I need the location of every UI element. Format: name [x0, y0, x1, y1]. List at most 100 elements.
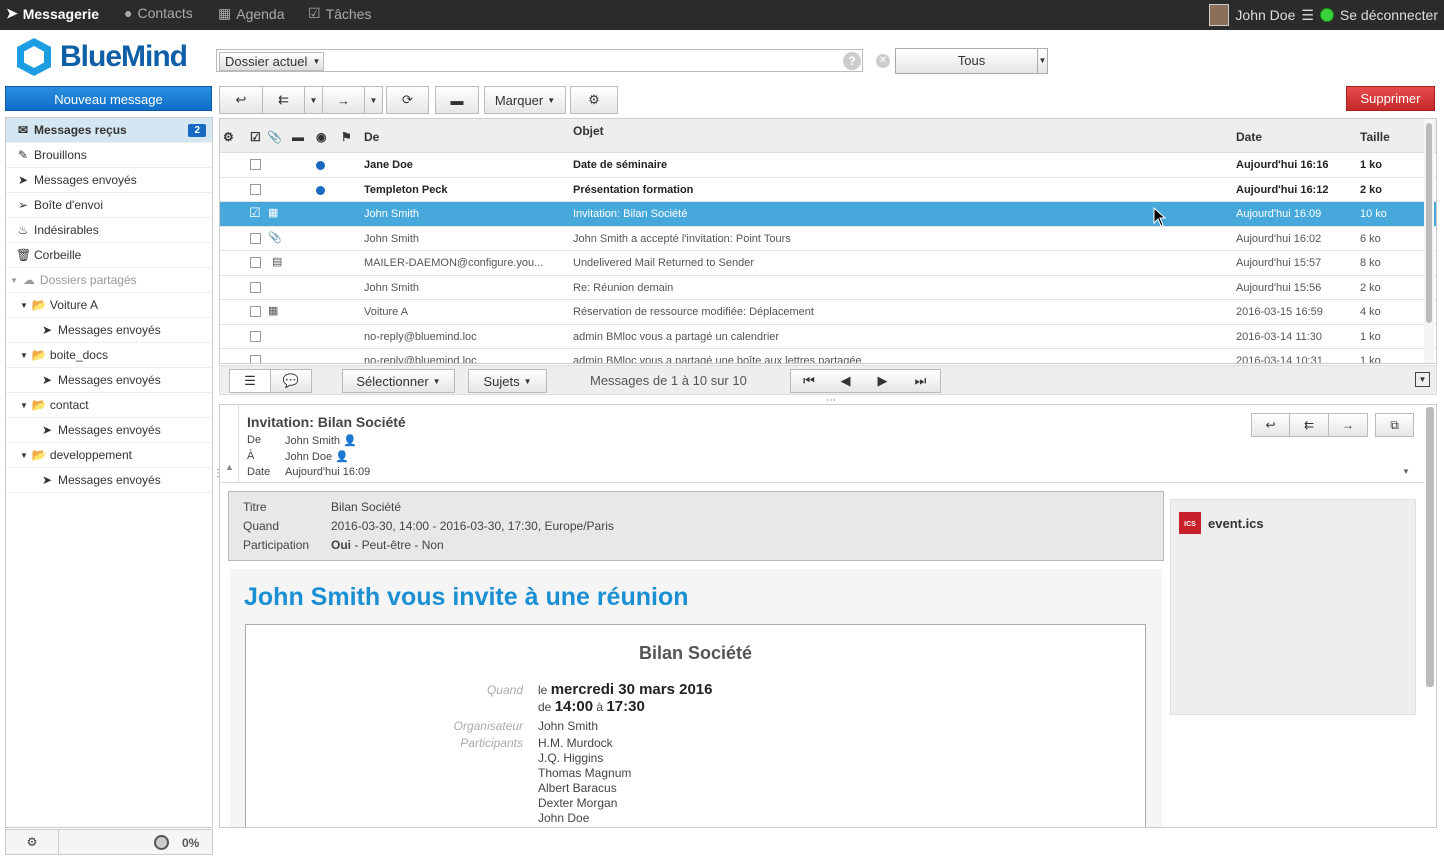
column-date[interactable]: Date [1236, 130, 1262, 144]
sidebar-item-trash[interactable]: 🗑 Corbeille [6, 243, 212, 268]
forward-options-dropdown[interactable]: ▼ [365, 86, 383, 114]
sidebar-item-drafts[interactable]: ✎ Brouillons [6, 143, 212, 168]
attachment-column-icon[interactable]: 📎 [267, 130, 282, 144]
reply-button[interactable]: ↩ [219, 86, 263, 114]
delete-button[interactable]: Supprimer [1346, 86, 1435, 111]
list-options-icon[interactable]: ⚙ [223, 130, 234, 144]
sidebar-item-contact[interactable]: ▼ 📂 contact [6, 393, 212, 418]
folder-settings-button[interactable]: ⚙ [6, 830, 59, 854]
avatar[interactable] [1209, 4, 1230, 26]
unread-dot-icon[interactable] [316, 161, 325, 170]
table-row[interactable]: ▤ MAILER-DAEMON@configure.you... Undeliv… [220, 251, 1436, 276]
logout-link[interactable]: Se déconnecter [1340, 7, 1438, 23]
last-page-icon: ⏭ [914, 373, 927, 388]
status-online-icon[interactable] [1319, 8, 1334, 22]
row-checkbox[interactable] [250, 281, 261, 293]
table-row-selected[interactable]: ☑ ▦ John Smith Invitation: Bilan Société… [220, 202, 1436, 227]
row-checkbox[interactable] [250, 183, 261, 195]
next-page-button[interactable]: ▶ [864, 369, 902, 393]
user-name[interactable]: John Doe [1235, 7, 1295, 23]
header-collapse-strip[interactable]: ▲ [220, 405, 239, 483]
add-contact-icon[interactable]: 👤 [343, 435, 357, 447]
sidebar-item-voiture-a-sent[interactable]: ➤ Messages envoyés [6, 318, 212, 343]
sidebar-item-outbox[interactable]: ➢ Boîte d'envoi [6, 193, 212, 218]
sidebar-item-inbox[interactable]: ✉ Messages reçus 2 [6, 118, 212, 143]
sidebar-item-shared[interactable]: ▼ ☁ Dossiers partagés [6, 268, 212, 293]
forward-button[interactable]: → [323, 86, 365, 114]
list-scrollbar[interactable] [1424, 119, 1434, 363]
first-page-button[interactable]: ⏮ [790, 369, 828, 393]
row-checkbox[interactable] [250, 159, 261, 170]
accept-yes-link[interactable]: Oui [331, 538, 351, 552]
brand-logo[interactable]: BlueMind [14, 36, 188, 78]
sidebar-item-junk[interactable]: ♨ Indésirables [6, 218, 212, 243]
sidebar-item-developpement[interactable]: ▼ 📂 developpement [6, 443, 212, 468]
nav-taches[interactable]: ☑ Tâches [308, 5, 371, 22]
row-checkbox[interactable] [250, 330, 261, 342]
row-checkbox[interactable] [250, 306, 261, 317]
threads-dropdown[interactable]: Sujets ▼ [468, 369, 547, 393]
clear-search-icon[interactable]: ✕ [876, 54, 890, 68]
add-contact-icon[interactable]: 👤 [335, 451, 349, 463]
more-actions-button[interactable]: ⚙ [570, 86, 618, 114]
table-row[interactable]: 📎 John Smith John Smith a accepté l'invi… [220, 227, 1436, 251]
table-row[interactable]: no-reply@bluemind.loc admin BMloc vous a… [220, 349, 1436, 363]
sidebar-item-boite-docs[interactable]: ▼ 📂 boite_docs [6, 343, 212, 368]
open-in-window-button[interactable]: ⧉ [1375, 413, 1414, 437]
search-scope-select[interactable]: Dossier actuel ▼ [219, 52, 325, 71]
row-checkbox[interactable] [250, 232, 261, 244]
last-page-button[interactable]: ⏭ [901, 369, 941, 393]
reply-options-dropdown[interactable]: ▼ [305, 86, 323, 114]
help-icon[interactable]: ? [843, 52, 861, 70]
collapse-up-icon[interactable]: ▲ [225, 462, 234, 472]
sidebar-item-developpement-sent[interactable]: ➤ Messages envoyés [6, 468, 212, 493]
scrollbar-thumb[interactable] [1426, 123, 1432, 323]
sidebar-item-boite-docs-sent[interactable]: ➤ Messages envoyés [6, 368, 212, 393]
preview-scrollbar[interactable] [1426, 407, 1434, 687]
archive-button[interactable]: ▬ [435, 86, 479, 114]
nav-messagerie[interactable]: ➤ Messagerie [6, 5, 99, 22]
table-row[interactable]: ▦ Voiture A Réservation de ressource mod… [220, 300, 1436, 325]
prev-page-button[interactable]: ◀ [827, 369, 865, 393]
filter-select[interactable]: Tous ▼ [895, 48, 1048, 74]
thread-view-button[interactable]: 💬 [270, 369, 312, 393]
read-status-column-icon[interactable]: ◉ [316, 130, 326, 144]
preview-reply-button[interactable]: ↩ [1251, 413, 1290, 437]
refresh-button[interactable]: ⟳ [386, 86, 429, 114]
table-row[interactable]: no-reply@bluemind.loc admin BMloc vous a… [220, 325, 1436, 349]
search-input[interactable]: Dossier actuel ▼ ? [216, 49, 863, 72]
flag-type-column-icon[interactable]: ▬ [292, 130, 304, 144]
new-message-button[interactable]: Nouveau message [5, 86, 212, 111]
more-details-icon[interactable]: ▼ [1402, 467, 1410, 476]
select-all-checkbox-icon[interactable]: ☑ [250, 130, 261, 144]
column-size[interactable]: Taille [1360, 130, 1390, 144]
table-row[interactable]: Templeton Peck Présentation formation Au… [220, 178, 1436, 202]
sender-name[interactable]: John Smith 👤 [285, 434, 357, 447]
reply-all-button[interactable]: ⇇ [263, 86, 305, 114]
settings-sliders-icon[interactable]: ☰ [1301, 7, 1314, 24]
nav-contacts[interactable]: ● Contacts [124, 5, 193, 21]
sidebar-resize-handle[interactable]: ⋮ [213, 468, 223, 482]
sidebar-item-sent[interactable]: ➤ Messages envoyés [6, 168, 212, 193]
attachment-item[interactable]: ICS event.ics [1179, 512, 1264, 534]
preview-forward-button[interactable]: → [1329, 413, 1368, 437]
recipient-name[interactable]: John Doe 👤 [285, 450, 349, 463]
list-view-button[interactable]: ☰ [229, 369, 271, 393]
mark-button[interactable]: Marquer ▼ [484, 86, 566, 114]
row-checkbox[interactable] [250, 257, 261, 268]
sidebar-item-voiture-a[interactable]: ▼ 📂 Voiture A [6, 293, 212, 318]
table-row[interactable]: John Smith Re: Réunion demain Aujourd'hu… [220, 276, 1436, 300]
checked-checkbox-icon[interactable]: ☑ [249, 205, 261, 221]
sidebar-item-contact-sent[interactable]: ➤ Messages envoyés [6, 418, 212, 443]
column-subject[interactable]: Objet [573, 124, 604, 138]
preview-reply-all-button[interactable]: ⇇ [1290, 413, 1329, 437]
select-dropdown[interactable]: Sélectionner ▼ [342, 369, 455, 393]
collapse-preview-icon[interactable]: ▼ [1415, 372, 1430, 387]
nav-agenda[interactable]: ▦ Agenda [218, 5, 285, 22]
column-from[interactable]: De [364, 130, 379, 144]
unread-dot-icon[interactable] [316, 185, 325, 195]
row-checkbox[interactable] [250, 355, 261, 363]
participation-options[interactable]: - Peut-être - Non [351, 538, 443, 552]
table-row[interactable]: Jane Doe Date de séminaire Aujourd'hui 1… [220, 153, 1436, 178]
flag-column-icon[interactable]: ⚑ [341, 130, 352, 144]
